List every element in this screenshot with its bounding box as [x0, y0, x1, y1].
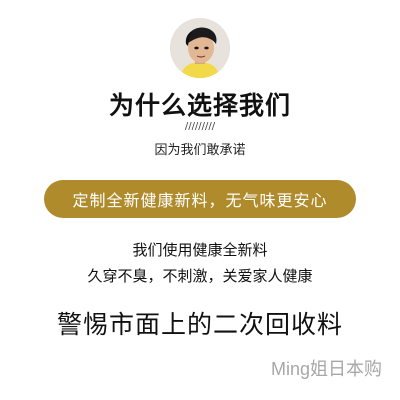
promise-banner: 定制全新健康新料，无气味更安心: [44, 180, 356, 218]
promise-banner-text: 定制全新健康新料，无气味更安心: [72, 191, 328, 210]
emphasis-line: 警惕市面上的二次回收料: [56, 310, 343, 339]
avatar: [170, 18, 230, 78]
page-title: 为什么选择我们: [108, 91, 291, 120]
title-divider: /////////: [184, 121, 216, 132]
page-subtitle: 因为我们敢承诺: [154, 143, 246, 158]
body-line-1: 我们使用健康全新料: [132, 241, 268, 259]
watermark-text: Ming姐日本购: [270, 359, 382, 379]
body-line-2: 久穿不臭，不刺激，关爱家人健康: [87, 267, 313, 285]
avatar-image: [170, 18, 230, 78]
